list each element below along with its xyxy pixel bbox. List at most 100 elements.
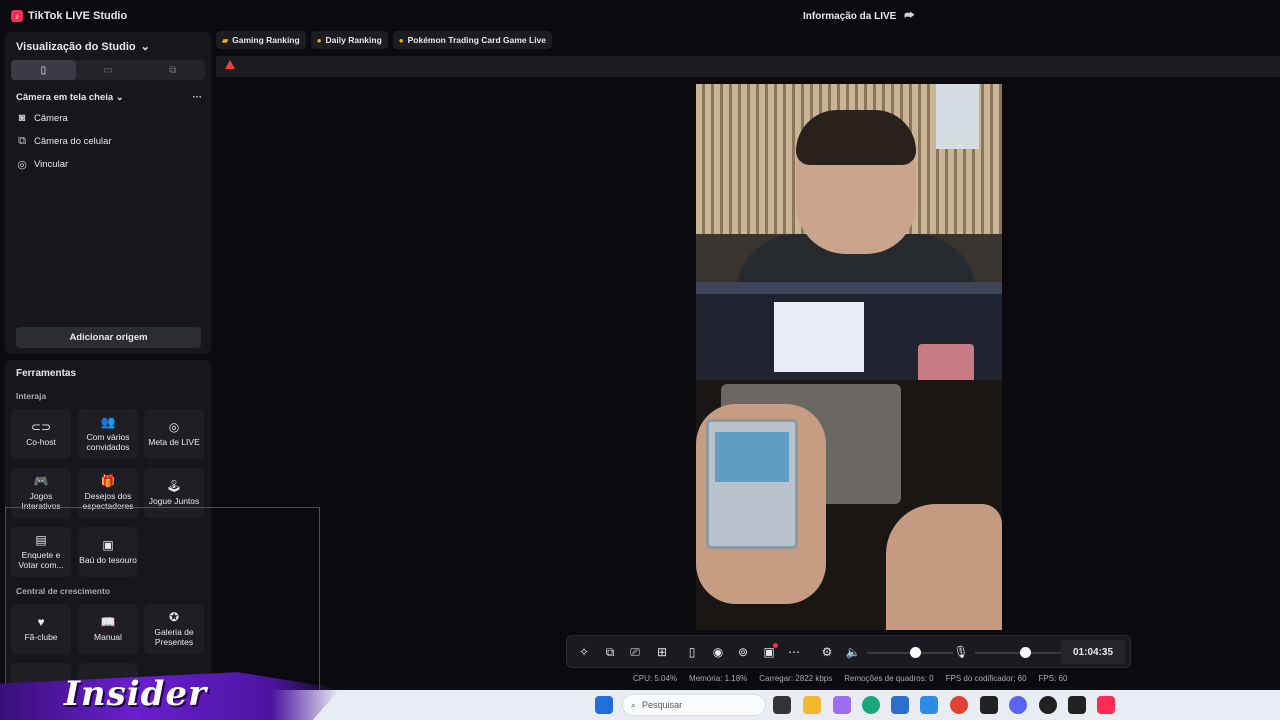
stat-encoder-fps: FPS do codificador: 60	[945, 674, 1027, 683]
preview-right-hand	[886, 504, 1002, 630]
control-bar: ✧ ⧉ ⎚ ⊞ ▯ ◉ ⊚ ▣ ⋯ ⚙ 🔈 🎙 01:04:35	[566, 635, 1131, 668]
capcut-icon-2[interactable]	[1068, 696, 1086, 714]
studio-view-label: Visualização do Studio	[16, 40, 136, 53]
volume-icon[interactable]: 🔈	[844, 643, 862, 661]
studio-view-dropdown[interactable]: Visualização do Studio ⌄	[16, 40, 150, 54]
source-label: Câmera	[34, 112, 68, 124]
search-icon: ⌕	[631, 699, 637, 710]
source-label: Vincular	[34, 159, 69, 170]
tool-label: Meta de LIVE	[148, 437, 200, 447]
globe-icon: ◎	[17, 159, 27, 171]
mixer-icon[interactable]: ⚙	[818, 643, 836, 661]
mail-icon[interactable]	[920, 696, 938, 714]
stat-fps: FPS: 60	[1038, 674, 1068, 683]
link-icon: ⊂⊃	[30, 420, 52, 434]
pill-gaming-ranking[interactable]: ▰ Gaming Ranking	[216, 31, 306, 49]
stat-cpu: CPU: 5.04%	[633, 674, 678, 683]
obs-icon[interactable]	[1039, 696, 1057, 714]
tool-label: Jogue Juntos	[148, 496, 200, 506]
tool-gift-gallery[interactable]: ✪ Galeria de Presentes	[144, 604, 204, 654]
scene-label: Câmera em tela cheia	[16, 92, 114, 103]
tiktok-live-studio-icon[interactable]	[1097, 696, 1115, 714]
notification-dot	[773, 643, 778, 648]
add-screen-icon[interactable]: ⊞	[653, 643, 671, 661]
phone-icon[interactable]: ▯	[683, 643, 701, 661]
source-phone-camera[interactable]: ⧉ Câmera do celular	[16, 135, 112, 148]
file-explorer-icon[interactable]	[803, 696, 821, 714]
target-icon: ◎	[168, 420, 180, 434]
tool-label: Galeria de Presentes	[154, 627, 194, 647]
alert-bar	[216, 56, 1280, 77]
stat-memory: Memória: 1.18%	[689, 674, 748, 683]
edge-icon[interactable]	[862, 696, 880, 714]
joystick-icon: 🕹	[166, 479, 182, 493]
tool-label: Desejos dos espectadores	[82, 491, 134, 511]
tool-treasure-chest[interactable]: ▣ Baú do tesouro	[78, 527, 138, 577]
camera-icon: ◙	[18, 112, 26, 124]
tool-viewer-wishes[interactable]: 🎁 Desejos dos espectadores	[78, 468, 138, 518]
tool-live-goal[interactable]: ◎ Meta de LIVE	[144, 409, 204, 459]
tool-multi-guest[interactable]: 👥 Com vários convidados	[78, 409, 138, 459]
chest-icon: ▣	[102, 538, 114, 552]
chevron-down-icon: ⌄	[140, 41, 150, 53]
record-icon[interactable]: ◉	[709, 643, 727, 661]
dual-mode-button[interactable]: ⧉	[140, 60, 205, 80]
stat-upload: Carregar: 2822 kbps	[759, 674, 833, 683]
pill-daily-ranking[interactable]: ● Daily Ranking	[310, 31, 388, 49]
source-link[interactable]: ◎ Vincular	[16, 158, 68, 171]
scene-header: Câmera em tela cheia ⌄ ···	[16, 92, 202, 103]
microphone-icon[interactable]: 🎙	[952, 643, 970, 661]
gift-gallery-icon: ✪	[168, 610, 180, 624]
task-view-icon[interactable]	[773, 696, 791, 714]
stat-dropped-frames: Remoções de quadros: 0	[844, 674, 934, 683]
capcut-icon[interactable]	[980, 696, 998, 714]
mic-slider[interactable]	[975, 652, 1061, 654]
search-placeholder: Pesquisar	[642, 700, 683, 710]
tool-poll[interactable]: ▤ Enquete e Votar com...	[11, 527, 71, 577]
chrome-icon[interactable]	[950, 696, 968, 714]
live-info-button[interactable]: Informação da LIVE ⮫	[803, 10, 915, 23]
volume-knob[interactable]	[910, 647, 922, 658]
taskbar-search[interactable]: ⌕ Pesquisar	[622, 694, 766, 716]
orientation-switch: ▯ ▭ ⧉	[11, 60, 205, 80]
app-title: TikTok LIVE Studio	[28, 10, 128, 22]
gift-icon: 🎁	[100, 474, 116, 488]
windows-start-icon[interactable]	[595, 696, 613, 714]
stats-bar: CPU: 5.04% Memória: 1.18% Carregar: 2822…	[633, 674, 1067, 683]
scene-dropdown[interactable]: Câmera em tela cheia ⌄	[16, 92, 124, 103]
more-options-icon[interactable]: ···	[193, 92, 203, 103]
landscape-mode-button[interactable]: ▭	[76, 60, 141, 80]
growth-section-label: Central de crescimento	[16, 586, 111, 596]
screen-share-icon[interactable]: ⧉	[601, 643, 619, 661]
poll-icon: ▤	[35, 533, 47, 547]
copilot-icon[interactable]	[833, 696, 851, 714]
ranking-pills: ▰ Gaming Ranking ● Daily Ranking ● Pokém…	[216, 31, 553, 49]
live-preview[interactable]	[696, 84, 1002, 630]
preview-monitor-screen	[774, 302, 864, 372]
book-icon: 📖	[100, 615, 116, 629]
tool-interactive-games[interactable]: 🎮 Jogos Interativos	[11, 468, 71, 518]
portrait-mode-button[interactable]: ▯	[11, 60, 76, 80]
add-source-button[interactable]: Adicionar origem	[16, 327, 201, 348]
snapshot-icon[interactable]: ⎚	[626, 643, 644, 661]
tool-play-together[interactable]: 🕹 Jogue Juntos	[144, 468, 204, 518]
more-icon[interactable]: ⋯	[785, 643, 803, 661]
tools-panel: Ferramentas Interaja ⊂⊃ Co-host 👥 Com vá…	[5, 360, 211, 690]
magic-wand-icon[interactable]: ✧	[575, 643, 593, 661]
tool-fan-club[interactable]: ♥ Fã-clube	[11, 604, 71, 654]
mic-knob[interactable]	[1019, 647, 1031, 658]
title-bar: ♪ TikTok LIVE Studio Informação da LIVE …	[0, 0, 1280, 32]
pill-label: Pokémon Trading Card Game Live	[407, 35, 547, 45]
discord-icon[interactable]	[1009, 696, 1027, 714]
trophy-icon: ▰	[222, 35, 229, 45]
tool-manual[interactable]: 📖 Manual	[78, 604, 138, 654]
source-label: Câmera do celular	[34, 136, 112, 147]
share-icon[interactable]: ⮫	[904, 10, 914, 23]
source-camera[interactable]: ◙ Câmera	[16, 112, 68, 124]
warning-icon[interactable]	[225, 60, 235, 69]
tool-co-host[interactable]: ⊂⊃ Co-host	[11, 409, 71, 459]
tools-title: Ferramentas	[16, 368, 77, 379]
pill-category[interactable]: ● Pokémon Trading Card Game Live	[392, 31, 553, 49]
store-icon[interactable]	[891, 696, 909, 714]
camera-flip-icon[interactable]: ⊚	[734, 643, 752, 661]
